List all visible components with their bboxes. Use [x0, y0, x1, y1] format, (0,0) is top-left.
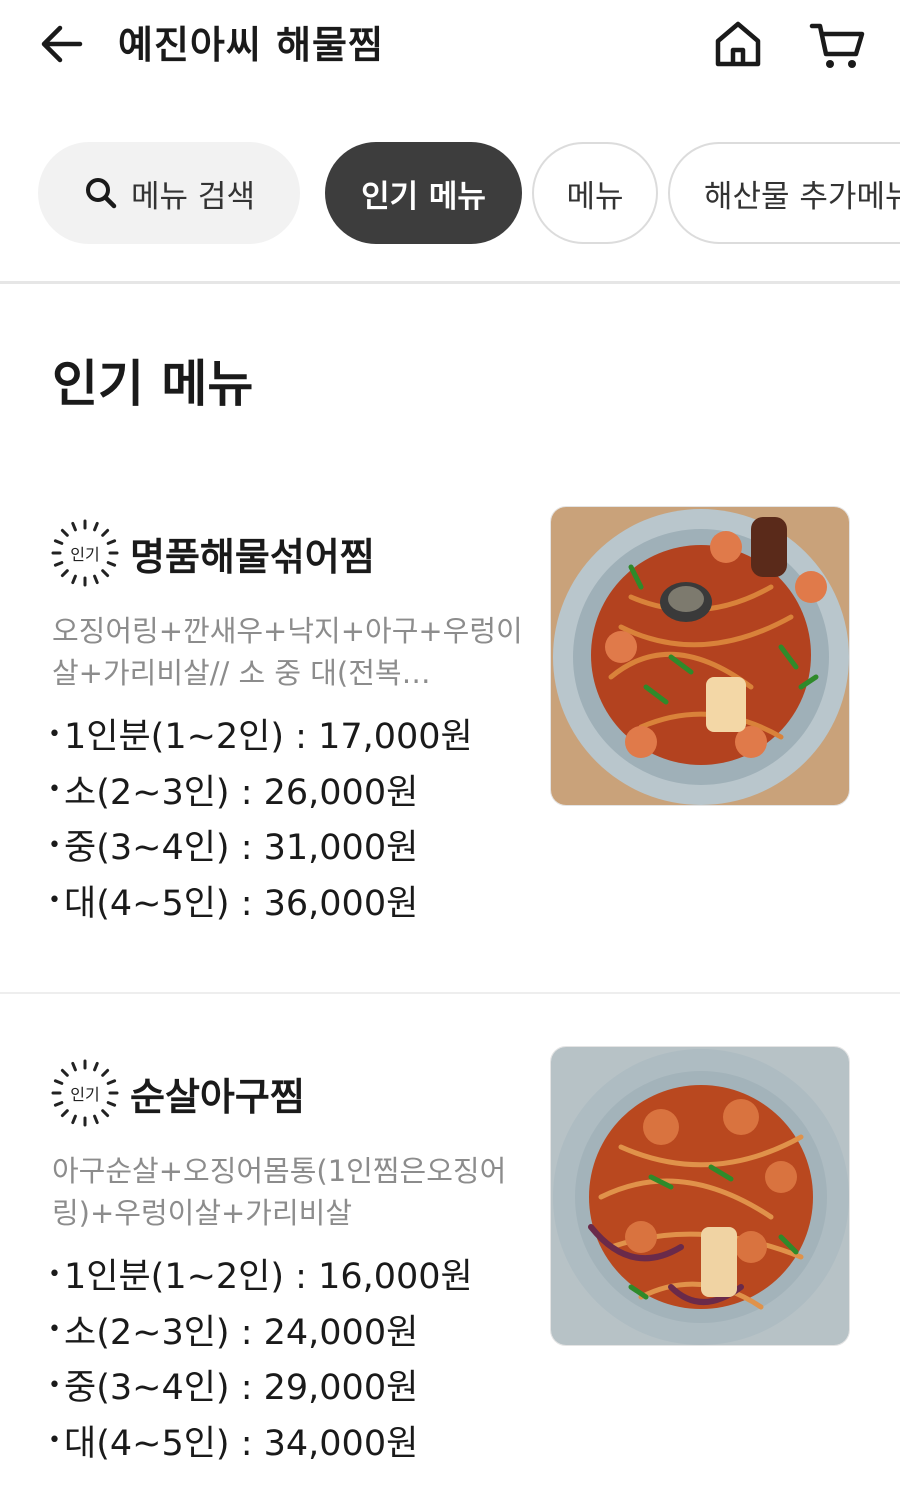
- price-list: •1인분(1~2인) : 16,000원 •소(2~3인) : 24,000원 …: [48, 1250, 473, 1472]
- price-row: •소(2~3인) : 26,000원: [48, 772, 419, 813]
- menu-search-chip[interactable]: 메뉴 검색: [38, 142, 300, 244]
- menu-tab-bar: 메뉴 검색 인기 메뉴 메뉴 해산물 추가메뉴: [0, 142, 900, 246]
- price-text: 대(4~5인) : 36,000원: [64, 883, 419, 924]
- home-button[interactable]: [708, 14, 768, 74]
- arrow-left-icon: [41, 25, 83, 63]
- price-row: •소(2~3인) : 24,000원: [48, 1312, 419, 1353]
- popular-badge-label: 인기: [70, 1085, 100, 1104]
- price-row: •대(4~5인) : 36,000원: [48, 883, 419, 924]
- price-text: 소(2~3인) : 24,000원: [64, 1312, 419, 1353]
- tab-menu[interactable]: 메뉴: [532, 142, 658, 244]
- item-divider: [0, 992, 900, 994]
- search-icon: [86, 178, 117, 209]
- app-header: 예진아씨 해물찜: [0, 0, 900, 90]
- price-text: 소(2~3인) : 26,000원: [64, 772, 419, 813]
- item-name: 순살아구찜: [130, 1075, 305, 1119]
- item-description: 아구순살+오징어몸통(1인찜은오징어링)+우렁이살+가리비살: [52, 1154, 507, 1230]
- menu-search-label: 메뉴 검색: [131, 178, 255, 215]
- tab-divider: [0, 281, 900, 284]
- seafood-dish-image: [551, 1047, 849, 1345]
- price-text: 대(4~5인) : 34,000원: [64, 1423, 419, 1464]
- section-title: 인기 메뉴: [52, 355, 254, 413]
- food-photo[interactable]: [550, 1046, 850, 1346]
- menu-item[interactable]: 인기 순살아구찜 아구순살+오징어몸통(1인찜은오징어링)+우렁이살+가리비살 …: [0, 1046, 900, 1486]
- cart-button[interactable]: [806, 14, 868, 74]
- tab-seafood-extra[interactable]: 해산물 추가메뉴: [668, 142, 900, 244]
- popular-badge: 인기: [50, 1058, 120, 1128]
- popular-badge-label: 인기: [70, 545, 100, 564]
- price-text: 중(3~4인) : 31,000원: [64, 828, 419, 868]
- item-name: 명품해물섞어찜: [130, 535, 375, 579]
- price-text: 1인분(1~2인) : 16,000원: [64, 1257, 473, 1297]
- home-icon: [715, 21, 761, 67]
- price-row: •1인분(1~2인) : 16,000원: [48, 1257, 473, 1297]
- store-title: 예진아씨 해물찜: [118, 23, 384, 67]
- popular-badge: 인기: [50, 518, 120, 588]
- price-row: •중(3~4인) : 31,000원: [48, 828, 419, 868]
- cart-icon: [809, 23, 865, 68]
- price-text: 중(3~4인) : 29,000원: [64, 1368, 419, 1408]
- tab-popular-menu[interactable]: 인기 메뉴: [325, 142, 522, 244]
- seafood-dish-image: [551, 507, 849, 805]
- item-description: 오징어링+깐새우+낙지+아구+우렁이살+가리비살// 소 중 대(전복…: [52, 614, 523, 690]
- price-row: •중(3~4인) : 29,000원: [48, 1368, 419, 1408]
- food-photo[interactable]: [550, 506, 850, 806]
- price-text: 1인분(1~2인) : 17,000원: [64, 717, 473, 757]
- menu-item[interactable]: 인기 명품해물섞어찜 오징어링+깐새우+낙지+아구+우렁이살+가리비살// 소 …: [0, 506, 900, 926]
- price-row: •대(4~5인) : 34,000원: [48, 1423, 419, 1464]
- price-row: •1인분(1~2인) : 17,000원: [48, 717, 473, 757]
- back-button[interactable]: [36, 18, 88, 70]
- price-list: •1인분(1~2인) : 17,000원 •소(2~3인) : 26,000원 …: [48, 710, 473, 932]
